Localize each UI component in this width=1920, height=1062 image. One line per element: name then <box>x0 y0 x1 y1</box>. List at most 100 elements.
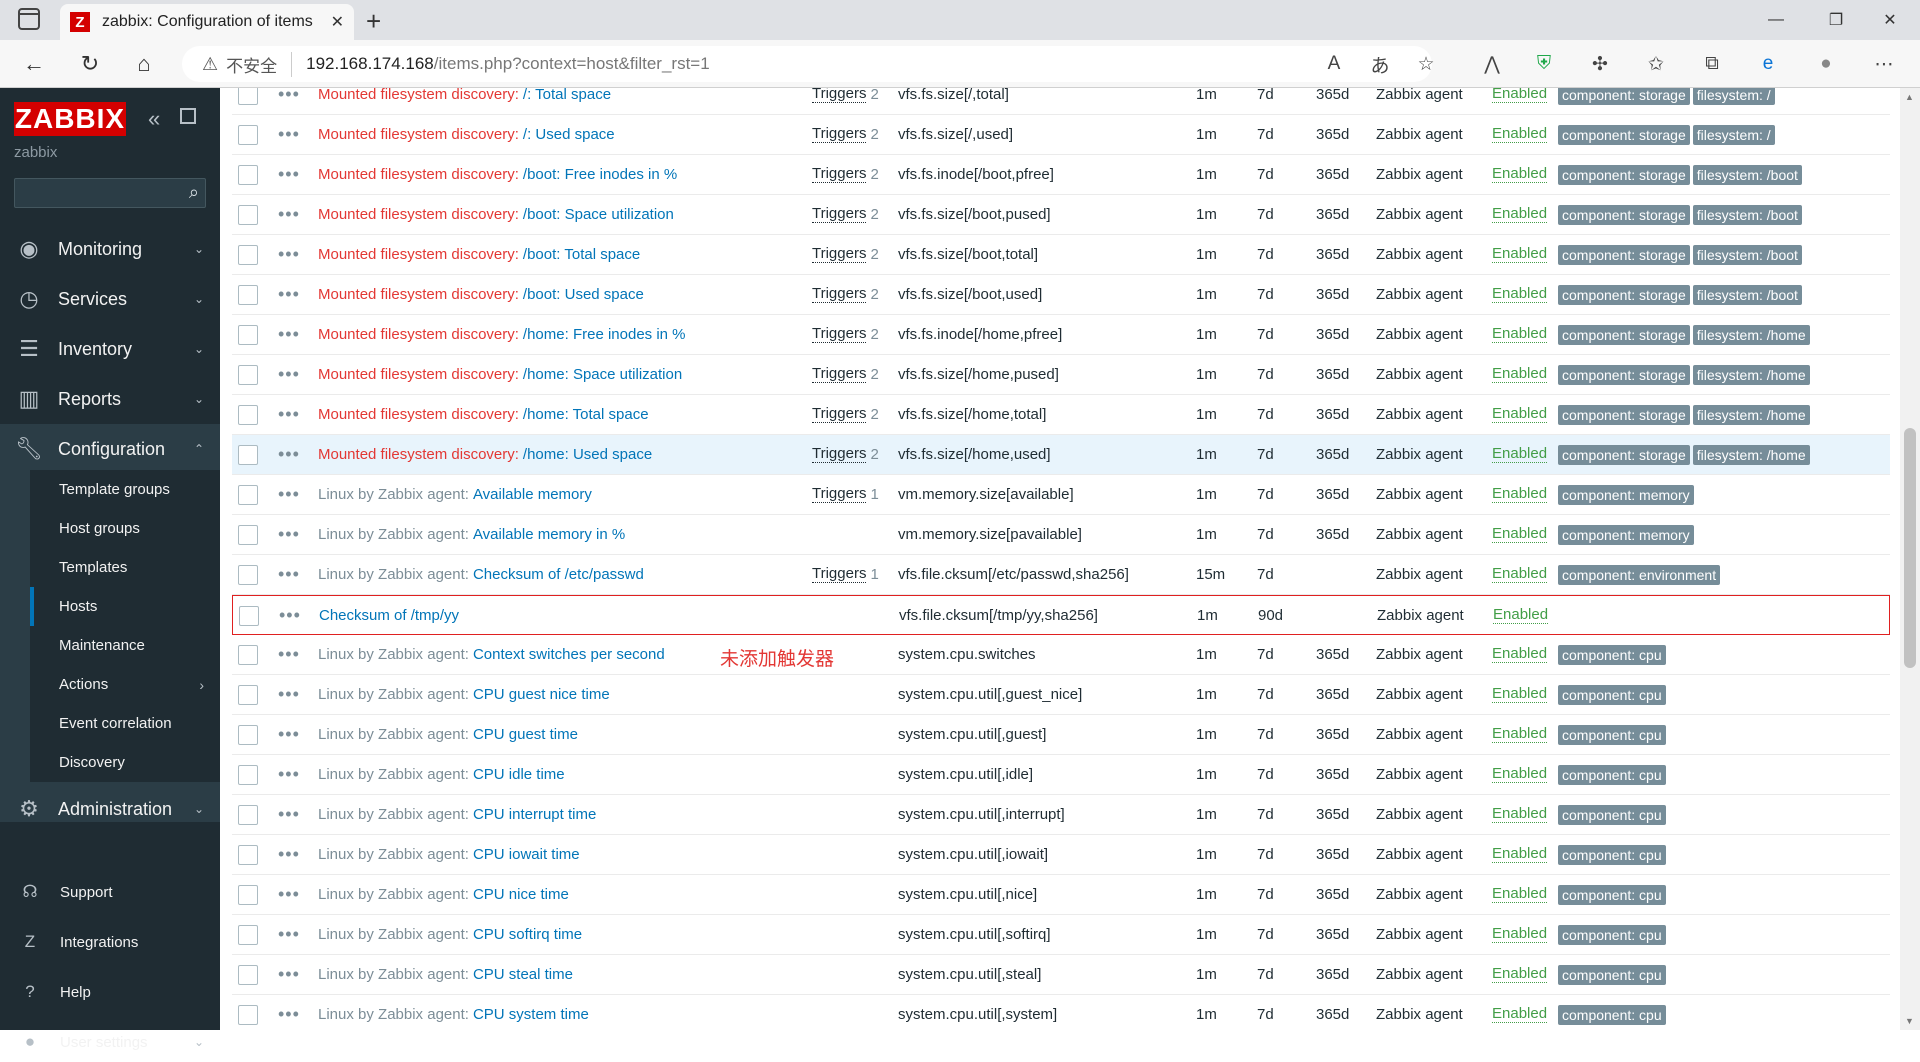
item-name-link[interactable]: Available memory <box>473 486 592 503</box>
row-checkbox[interactable] <box>238 355 258 394</box>
row-checkbox[interactable] <box>238 475 258 514</box>
item-prefix-link[interactable]: Linux by Zabbix agent: <box>318 726 469 743</box>
row-menu-icon[interactable]: ••• <box>278 995 300 1030</box>
item-status[interactable]: Enabled <box>1492 88 1548 114</box>
row-menu-icon[interactable]: ••• <box>278 795 300 834</box>
row-checkbox[interactable] <box>238 195 258 234</box>
item-status[interactable]: Enabled <box>1492 115 1548 154</box>
item-status[interactable]: Enabled <box>1492 715 1548 754</box>
favorites-icon[interactable]: ✩ <box>1642 50 1670 78</box>
triggers-link[interactable]: Triggers <box>812 486 867 503</box>
triggers-link[interactable]: Triggers <box>812 366 867 383</box>
browser-tab[interactable]: Z zabbix: Configuration of items ✕ <box>60 4 354 40</box>
item-status[interactable]: Enabled <box>1492 155 1548 194</box>
scroll-down-icon[interactable]: ▼ <box>1905 1016 1914 1026</box>
menu-inventory[interactable]: ☰ Inventory ⌄ <box>0 324 220 374</box>
row-menu-icon[interactable]: ••• <box>278 435 300 474</box>
profile-avatar-icon[interactable]: ● <box>1812 50 1840 78</box>
triggers-link[interactable]: Triggers <box>812 566 867 583</box>
extensions-icon[interactable]: ✣ <box>1586 50 1614 78</box>
ie-mode-icon[interactable]: e <box>1754 50 1782 78</box>
collections-icon[interactable]: ⧉ <box>1698 50 1726 78</box>
row-menu-icon[interactable]: ••• <box>278 275 300 314</box>
row-checkbox[interactable] <box>238 435 258 474</box>
item-name-link[interactable]: /home: Total space <box>523 406 649 423</box>
triggers-link[interactable]: Triggers <box>812 286 867 303</box>
item-status[interactable]: Enabled <box>1492 555 1548 594</box>
item-status[interactable]: Enabled <box>1492 315 1548 354</box>
row-checkbox[interactable] <box>238 275 258 314</box>
item-name-link[interactable]: CPU softirq time <box>473 926 582 943</box>
row-checkbox[interactable] <box>238 995 258 1030</box>
row-checkbox[interactable] <box>238 315 258 354</box>
submenu-discovery[interactable]: Discovery <box>30 743 220 782</box>
item-prefix-link[interactable]: Mounted filesystem discovery: <box>318 406 519 423</box>
item-status[interactable]: Enabled <box>1492 195 1548 234</box>
triggers-link[interactable]: Triggers <box>812 206 867 223</box>
item-status[interactable]: Enabled <box>1492 395 1548 434</box>
row-menu-icon[interactable]: ••• <box>279 596 301 635</box>
row-checkbox[interactable] <box>238 875 258 914</box>
item-status[interactable]: Enabled <box>1492 475 1548 514</box>
item-status[interactable]: Enabled <box>1492 835 1548 874</box>
item-status[interactable]: Enabled <box>1493 596 1549 635</box>
item-name-link[interactable]: /home: Space utilization <box>523 366 682 383</box>
triggers-link[interactable]: Triggers <box>812 88 867 103</box>
item-prefix-link[interactable]: Linux by Zabbix agent: <box>318 966 469 983</box>
item-status[interactable]: Enabled <box>1492 875 1548 914</box>
submenu-hosts[interactable]: Hosts <box>30 587 220 626</box>
submenu-actions[interactable]: Actions › <box>30 665 220 704</box>
item-prefix-link[interactable]: Mounted filesystem discovery: <box>318 88 519 103</box>
item-status[interactable]: Enabled <box>1492 795 1548 834</box>
item-name-link[interactable]: Context switches per second <box>473 646 665 663</box>
row-menu-icon[interactable]: ••• <box>278 88 300 114</box>
item-name-link[interactable]: Available memory in % <box>473 526 625 543</box>
add-favorite-icon[interactable]: ☆ <box>1412 50 1440 78</box>
row-menu-icon[interactable]: ••• <box>278 195 300 234</box>
new-tab-icon[interactable]: + <box>366 6 381 37</box>
item-prefix-link[interactable]: Linux by Zabbix agent: <box>318 886 469 903</box>
item-status[interactable]: Enabled <box>1492 435 1548 474</box>
item-name-link[interactable]: CPU interrupt time <box>473 806 596 823</box>
item-name-link[interactable]: /boot: Space utilization <box>523 206 674 223</box>
item-prefix-link[interactable]: Linux by Zabbix agent: <box>318 766 469 783</box>
row-checkbox[interactable] <box>238 155 258 194</box>
item-status[interactable]: Enabled <box>1492 275 1548 314</box>
item-status[interactable]: Enabled <box>1492 955 1548 994</box>
item-name-link[interactable]: CPU idle time <box>473 766 565 783</box>
menu-services[interactable]: ◷ Services ⌄ <box>0 274 220 324</box>
row-menu-icon[interactable]: ••• <box>278 955 300 994</box>
item-status[interactable]: Enabled <box>1492 755 1548 794</box>
triggers-link[interactable]: Triggers <box>812 406 867 423</box>
footer-integrations[interactable]: Z Integrations <box>0 922 220 962</box>
item-status[interactable]: Enabled <box>1492 355 1548 394</box>
item-name-link[interactable]: CPU iowait time <box>473 846 580 863</box>
close-tab-icon[interactable]: ✕ <box>331 12 344 32</box>
row-menu-icon[interactable]: ••• <box>278 315 300 354</box>
more-menu-icon[interactable]: ⋯ <box>1870 50 1898 78</box>
triggers-link[interactable]: Triggers <box>812 166 867 183</box>
row-menu-icon[interactable]: ••• <box>278 875 300 914</box>
row-menu-icon[interactable]: ••• <box>278 475 300 514</box>
collapse-sidebar-icon[interactable]: « <box>148 106 160 132</box>
translate-icon[interactable]: あ <box>1366 50 1394 78</box>
submenu-event-correlation[interactable]: Event correlation <box>30 704 220 743</box>
search-input[interactable]: ⌕ <box>14 178 206 208</box>
item-status[interactable]: Enabled <box>1492 515 1548 554</box>
item-status[interactable]: Enabled <box>1492 635 1548 674</box>
row-checkbox[interactable] <box>238 955 258 994</box>
row-menu-icon[interactable]: ••• <box>278 675 300 714</box>
row-checkbox[interactable] <box>238 635 258 674</box>
item-name-link[interactable]: /boot: Used space <box>523 286 644 303</box>
triggers-link[interactable]: Triggers <box>812 446 867 463</box>
submenu-maintenance[interactable]: Maintenance <box>30 626 220 665</box>
menu-monitoring[interactable]: ◉ Monitoring ⌄ <box>0 224 220 274</box>
item-name-link[interactable]: /boot: Free inodes in % <box>523 166 677 183</box>
row-menu-icon[interactable]: ••• <box>278 355 300 394</box>
read-aloud-icon[interactable]: A <box>1320 50 1348 78</box>
item-prefix-link[interactable]: Mounted filesystem discovery: <box>318 366 519 383</box>
shield-icon[interactable]: ⛨ <box>1530 50 1558 78</box>
footer-help[interactable]: ? Help <box>0 972 220 1012</box>
item-prefix-link[interactable]: Mounted filesystem discovery: <box>318 446 519 463</box>
row-menu-icon[interactable]: ••• <box>278 515 300 554</box>
